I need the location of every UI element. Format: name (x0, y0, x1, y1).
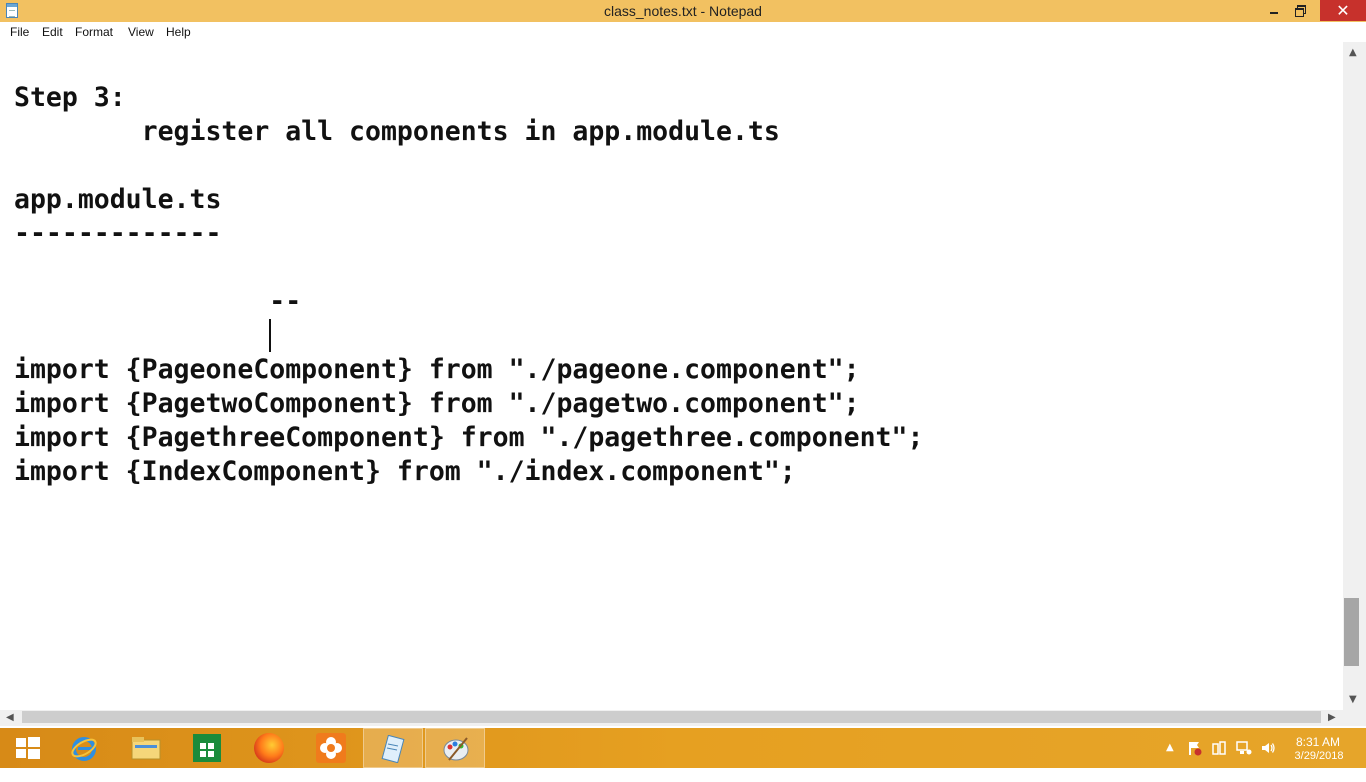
scroll-down-icon[interactable]: ▼ (1349, 695, 1357, 705)
internet-explorer-icon (71, 737, 97, 761)
vertical-scroll-thumb[interactable] (1344, 598, 1359, 666)
network-icon[interactable] (1236, 740, 1252, 756)
notepad-window: class_notes.txt - Notepad ✕ File Edit Fo… (0, 0, 1366, 728)
power-battery-icon[interactable] (1211, 740, 1227, 756)
editor-line: import {PagetwoComponent} from "./pagetw… (14, 388, 860, 419)
menu-help[interactable]: Help (166, 25, 191, 39)
paint-icon (443, 737, 469, 761)
menu-edit[interactable]: Edit (42, 25, 63, 39)
file-explorer-icon (131, 737, 161, 760)
menu-format[interactable]: Format (75, 25, 113, 39)
taskbar-firefox[interactable] (239, 728, 299, 768)
taskbar-flower-app[interactable] (301, 728, 361, 768)
volume-icon[interactable] (1260, 740, 1276, 756)
editor-line: ------------- (14, 218, 222, 249)
taskbar-ie[interactable] (54, 728, 114, 768)
scroll-left-icon[interactable]: ◀ (6, 713, 14, 723)
start-button[interactable] (0, 728, 60, 768)
close-button[interactable]: ✕ (1320, 0, 1366, 21)
window-title: class_notes.txt - Notepad (604, 3, 762, 19)
action-center-flag-icon[interactable] (1186, 740, 1202, 756)
scroll-up-icon[interactable]: ▲ (1349, 48, 1357, 58)
editor-line: register all components in app.module.ts (14, 116, 780, 147)
editor-line: import {PagethreeComponent} from "./page… (14, 422, 924, 453)
text-caret (269, 319, 271, 352)
text-editor[interactable]: Step 3: register all components in app.m… (0, 42, 1343, 710)
taskbar: ▲ (0, 728, 1366, 768)
editor-line: import {PageoneComponent} from "./pageon… (14, 354, 860, 385)
firefox-icon (254, 733, 284, 763)
clock-time[interactable]: 8:31 AM (1290, 735, 1346, 749)
restore-button[interactable] (1287, 0, 1313, 21)
minimize-button[interactable] (1261, 0, 1287, 21)
scrollbar-corner (1343, 710, 1366, 726)
windows-store-icon (193, 734, 221, 762)
menu-file[interactable]: File (10, 25, 29, 39)
show-hidden-icons-icon[interactable]: ▲ (1166, 742, 1174, 782)
taskbar-notepad[interactable] (363, 728, 423, 768)
editor-line: Step 3: (14, 82, 126, 113)
title-bar[interactable]: class_notes.txt - Notepad ✕ (0, 0, 1366, 22)
editor-line: -- (14, 286, 302, 317)
clock-date[interactable]: 3/29/2018 (1290, 750, 1348, 762)
notepad-icon (381, 735, 405, 763)
flower-app-icon (316, 733, 346, 763)
taskbar-store[interactable] (177, 728, 237, 768)
scroll-right-icon[interactable]: ▶ (1328, 713, 1336, 723)
menu-bar: File Edit Format View Help (0, 22, 1366, 43)
taskbar-paint[interactable] (425, 728, 485, 768)
editor-line: import {IndexComponent} from "./index.co… (14, 456, 796, 487)
taskbar-file-explorer[interactable] (115, 728, 175, 768)
windows-start-icon (16, 737, 40, 759)
menu-view[interactable]: View (128, 25, 154, 39)
editor-line: app.module.ts (14, 184, 222, 215)
horizontal-scroll-thumb[interactable] (22, 711, 1321, 723)
